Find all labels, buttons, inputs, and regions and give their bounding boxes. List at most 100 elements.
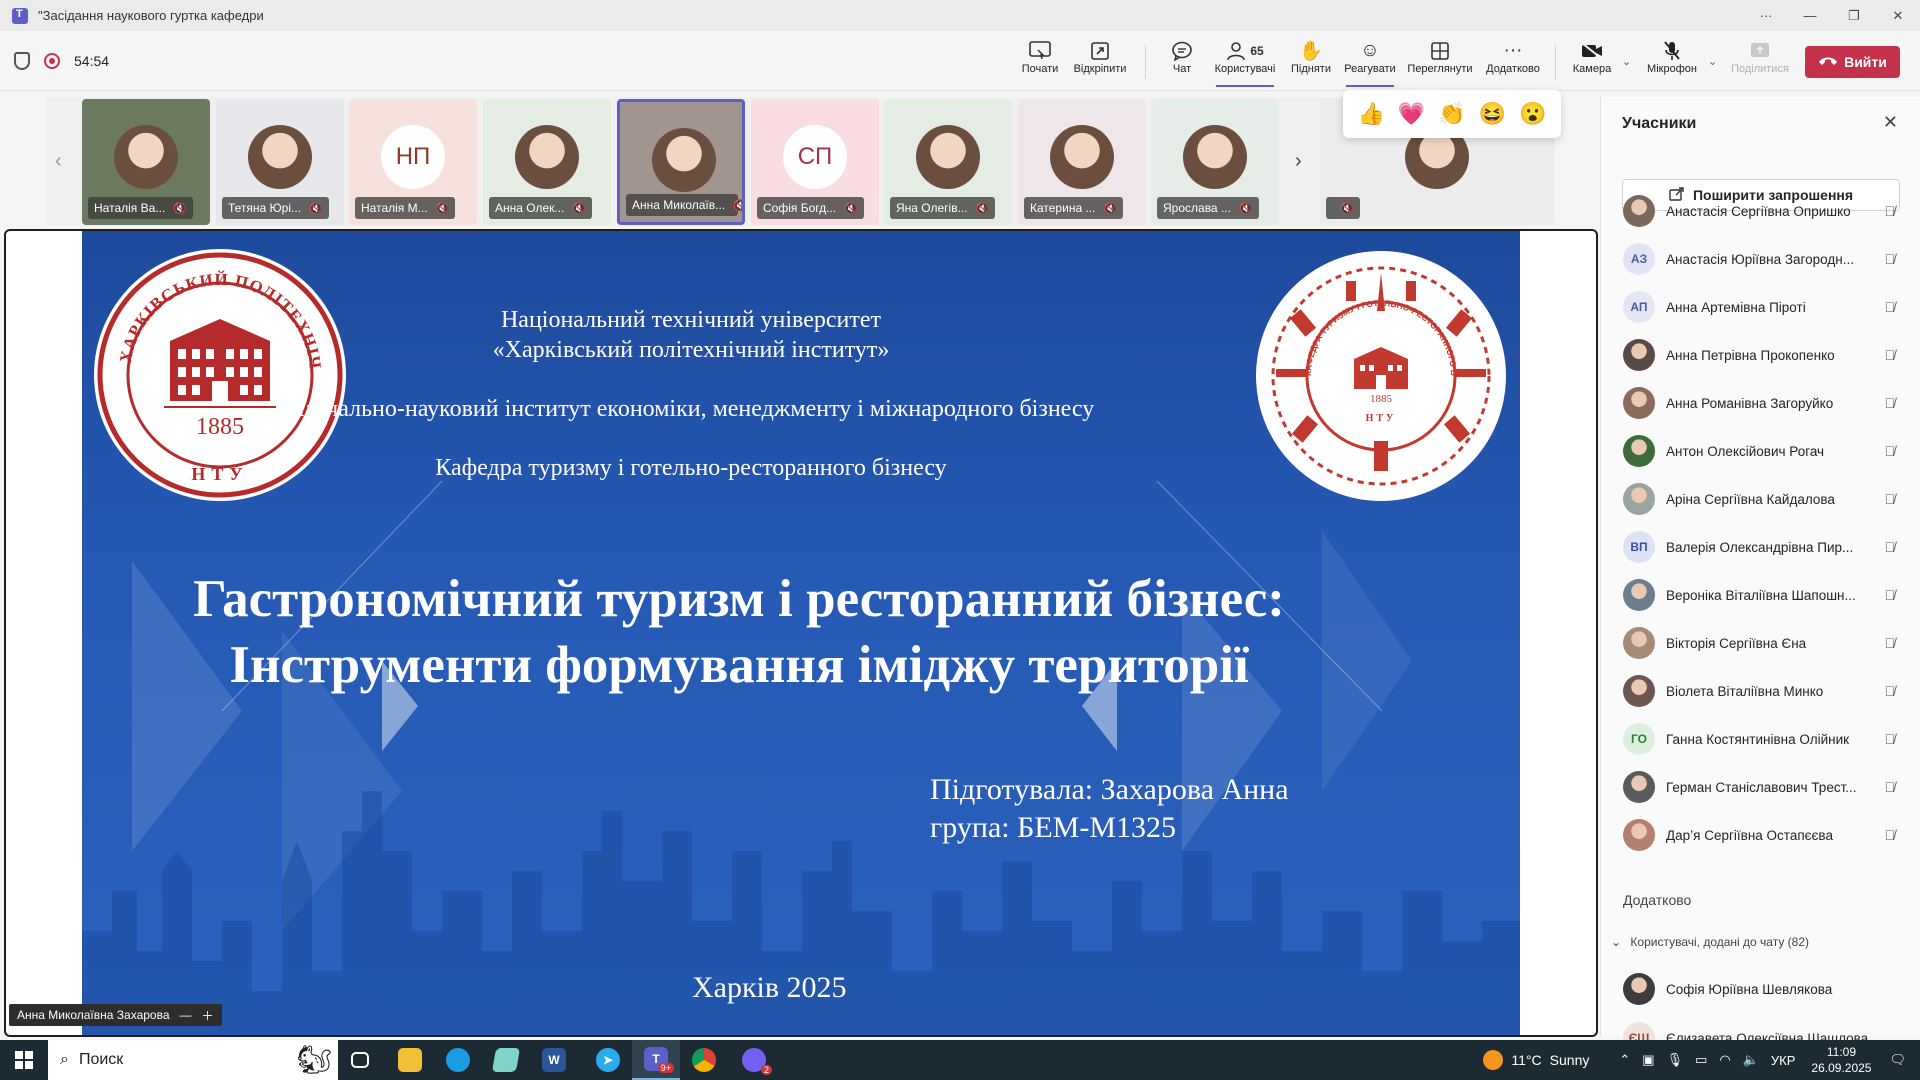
edge-app[interactable] (434, 1040, 482, 1080)
plus-icon[interactable]: ＋ (202, 1007, 214, 1024)
language-indicator[interactable]: УКР (1771, 1053, 1796, 1068)
avatar (1623, 483, 1655, 515)
notes-app[interactable] (482, 1040, 530, 1080)
laugh-reaction-icon[interactable]: 😆 (1479, 101, 1506, 127)
participant-row[interactable]: Софія Юріївна Шевлякова (1601, 969, 1920, 1009)
participant-row[interactable]: Аріна Сергіївна Кайдалова 🎙̸ (1601, 479, 1920, 519)
search-highlight-icon: 🐿 (296, 1044, 332, 1075)
notes-icon (491, 1048, 521, 1072)
view-button[interactable]: Переглянути (1405, 39, 1475, 85)
minimize-button[interactable]: — (1788, 0, 1832, 31)
weather-desc: Sunny (1549, 1052, 1590, 1068)
applause-reaction-icon[interactable]: 👏 (1438, 101, 1465, 127)
close-panel-icon[interactable]: ✕ (1883, 112, 1898, 133)
participant-tile[interactable]: Ярослава ... 🔇 (1151, 99, 1279, 225)
volume-icon[interactable]: 🔈 (1743, 1052, 1759, 1068)
avatar (1050, 125, 1114, 189)
react-button[interactable]: ☺ Реагувати (1342, 39, 1398, 87)
participant-tile[interactable]: Тетяна Юрі... 🔇 (216, 99, 344, 225)
thumbs-up-reaction-icon[interactable]: 👍 (1357, 101, 1384, 127)
participant-tile[interactable]: СП Софія Богд... 🔇 (751, 99, 879, 225)
teams-icon (12, 7, 28, 24)
participant-tile[interactable]: Наталія Ва... 🔇 (82, 99, 210, 225)
battery-icon[interactable]: ▭ (1695, 1052, 1707, 1068)
microphone-button[interactable]: Мікрофон (1643, 39, 1701, 85)
notifications-icon[interactable]: 🗨 (1889, 1052, 1906, 1068)
participant-row[interactable]: Анна Петрівна Прокопенко 🎙̸ (1601, 335, 1920, 375)
tile-name-tag: Анна Миколаїв... 🔇 (626, 194, 742, 216)
participant-row[interactable]: Дар’я Сергіївна Остапєєва 🎙̸ (1601, 815, 1920, 855)
participant-tile[interactable]: Анна Олек... 🔇 (483, 99, 611, 225)
meet-now-icon[interactable]: ▣ (1642, 1052, 1654, 1068)
start-icon (1029, 39, 1051, 63)
wifi-icon[interactable]: ◠ (1719, 1052, 1730, 1068)
slide-title-line2: Інструменти формування іміджу території (229, 636, 1249, 694)
weather-icon[interactable] (1483, 1050, 1504, 1070)
muted-mic-icon: 🎙̸ (1884, 299, 1896, 315)
muted-mic-icon: 🎙̸ (1884, 251, 1896, 267)
taskview-app[interactable] (336, 1040, 384, 1080)
viber-app[interactable]: 2 (730, 1040, 778, 1080)
raise-hand-button[interactable]: ✋ Підняти (1288, 39, 1334, 85)
start-button[interactable]: Почати (1018, 39, 1062, 85)
minus-icon[interactable]: — (180, 1008, 192, 1022)
surprised-reaction-icon[interactable]: 😮 (1519, 101, 1546, 127)
heart-reaction-icon[interactable]: 💗 (1398, 101, 1425, 127)
participant-row[interactable]: Вікторія Сергіївна Єна 🎙̸ (1601, 623, 1920, 663)
participant-row[interactable]: Герман Станіславович Трест... 🎙̸ (1601, 767, 1920, 807)
chrome-app[interactable] (680, 1040, 728, 1080)
participant-row[interactable]: АЗ Анастасія Юріївна Загородн... 🎙̸ (1601, 239, 1920, 279)
chat-button[interactable]: Чат (1165, 39, 1199, 85)
participant-row[interactable]: Вероніка Віталіївна Шапошн... 🎙̸ (1601, 575, 1920, 615)
unpin-label: Відкріпити (1073, 63, 1127, 75)
avatar (1623, 819, 1655, 851)
more-actions-button[interactable]: ··· Додатково (1483, 39, 1543, 85)
muted-mic-icon: 🔇 (572, 202, 587, 215)
strip-prev-icon[interactable]: ‹ (55, 150, 62, 173)
avatar (114, 125, 178, 189)
camera-options-chevron-icon[interactable]: ⌄ (1622, 55, 1631, 68)
more-options-icon[interactable]: ··· (1744, 0, 1788, 31)
strip-next-icon[interactable]: › (1295, 150, 1302, 173)
clock[interactable]: 11:09 26.09.2025 (1811, 1044, 1871, 1076)
ellipsis-icon: ··· (1503, 40, 1523, 61)
participant-name: Антон Олексійович Рогач (1666, 443, 1825, 459)
leave-button[interactable]: Вийти (1805, 46, 1900, 78)
unpin-button[interactable]: Відкріпити (1070, 39, 1130, 85)
participant-row[interactable]: Анастасія Сергіївна Опришко 🎙̸ (1601, 191, 1920, 231)
teams-app[interactable]: T 9+ (632, 1040, 680, 1080)
word-app[interactable]: W (530, 1040, 578, 1080)
participant-row[interactable]: ВП Валерія Олександрівна Пир... 🎙̸ (1601, 527, 1920, 567)
initials-avatar: СП (783, 125, 847, 189)
participant-name: Вероніка Віталіївна Шапошн... (1666, 587, 1856, 603)
users-button[interactable]: 65 Користувачі (1212, 39, 1278, 87)
participant-tile[interactable]: Анна Миколаїв... 🔇 (617, 99, 745, 225)
shield-icon[interactable] (14, 52, 30, 70)
unpin-icon (1090, 39, 1110, 63)
view-label: Переглянути (1407, 63, 1473, 75)
restore-button[interactable]: ❐ (1832, 0, 1876, 31)
start-button[interactable] (0, 1040, 48, 1080)
chat-users-section[interactable]: ⌄ Користувачі, додані до чату (82) (1611, 935, 1809, 949)
avatar (1623, 339, 1655, 371)
participant-tile[interactable]: Катерина ... 🔇 (1018, 99, 1146, 225)
mic-options-chevron-icon[interactable]: ⌄ (1708, 55, 1717, 68)
participant-row[interactable]: Антон Олексійович Рогач 🎙̸ (1601, 431, 1920, 471)
taskbar-search[interactable]: ⌕ Поиск 🐿 (48, 1040, 338, 1080)
mic-tray-icon[interactable]: 🎙 (1667, 1052, 1684, 1068)
close-window-button[interactable]: ✕ (1876, 0, 1920, 31)
share-button[interactable]: Поділитися (1728, 39, 1792, 85)
camera-button[interactable]: Камера (1570, 39, 1614, 85)
participant-tile[interactable]: Яна Олегів... 🔇 (884, 99, 1012, 225)
participant-row[interactable]: ГО Ганна Костянтинівна Олійник 🎙̸ (1601, 719, 1920, 759)
chevron-up-icon[interactable]: ⌃ (1619, 1052, 1630, 1068)
participant-row[interactable]: Віолета Віталіївна Минко 🎙̸ (1601, 671, 1920, 711)
muted-mic-icon: 🔇 (733, 199, 742, 212)
explorer-app[interactable] (386, 1040, 434, 1080)
slide-author: Підготувала: Захарова Анна (930, 773, 1289, 806)
participant-row[interactable]: Анна Романівна Загоруйко 🎙̸ (1601, 383, 1920, 423)
telegram-app[interactable]: ➤ (584, 1040, 632, 1080)
participant-tile[interactable]: НП Наталія М... 🔇 (349, 99, 477, 225)
camera-label: Камера (1572, 63, 1612, 75)
participant-row[interactable]: АП Анна Артемівна Піроті 🎙̸ (1601, 287, 1920, 327)
